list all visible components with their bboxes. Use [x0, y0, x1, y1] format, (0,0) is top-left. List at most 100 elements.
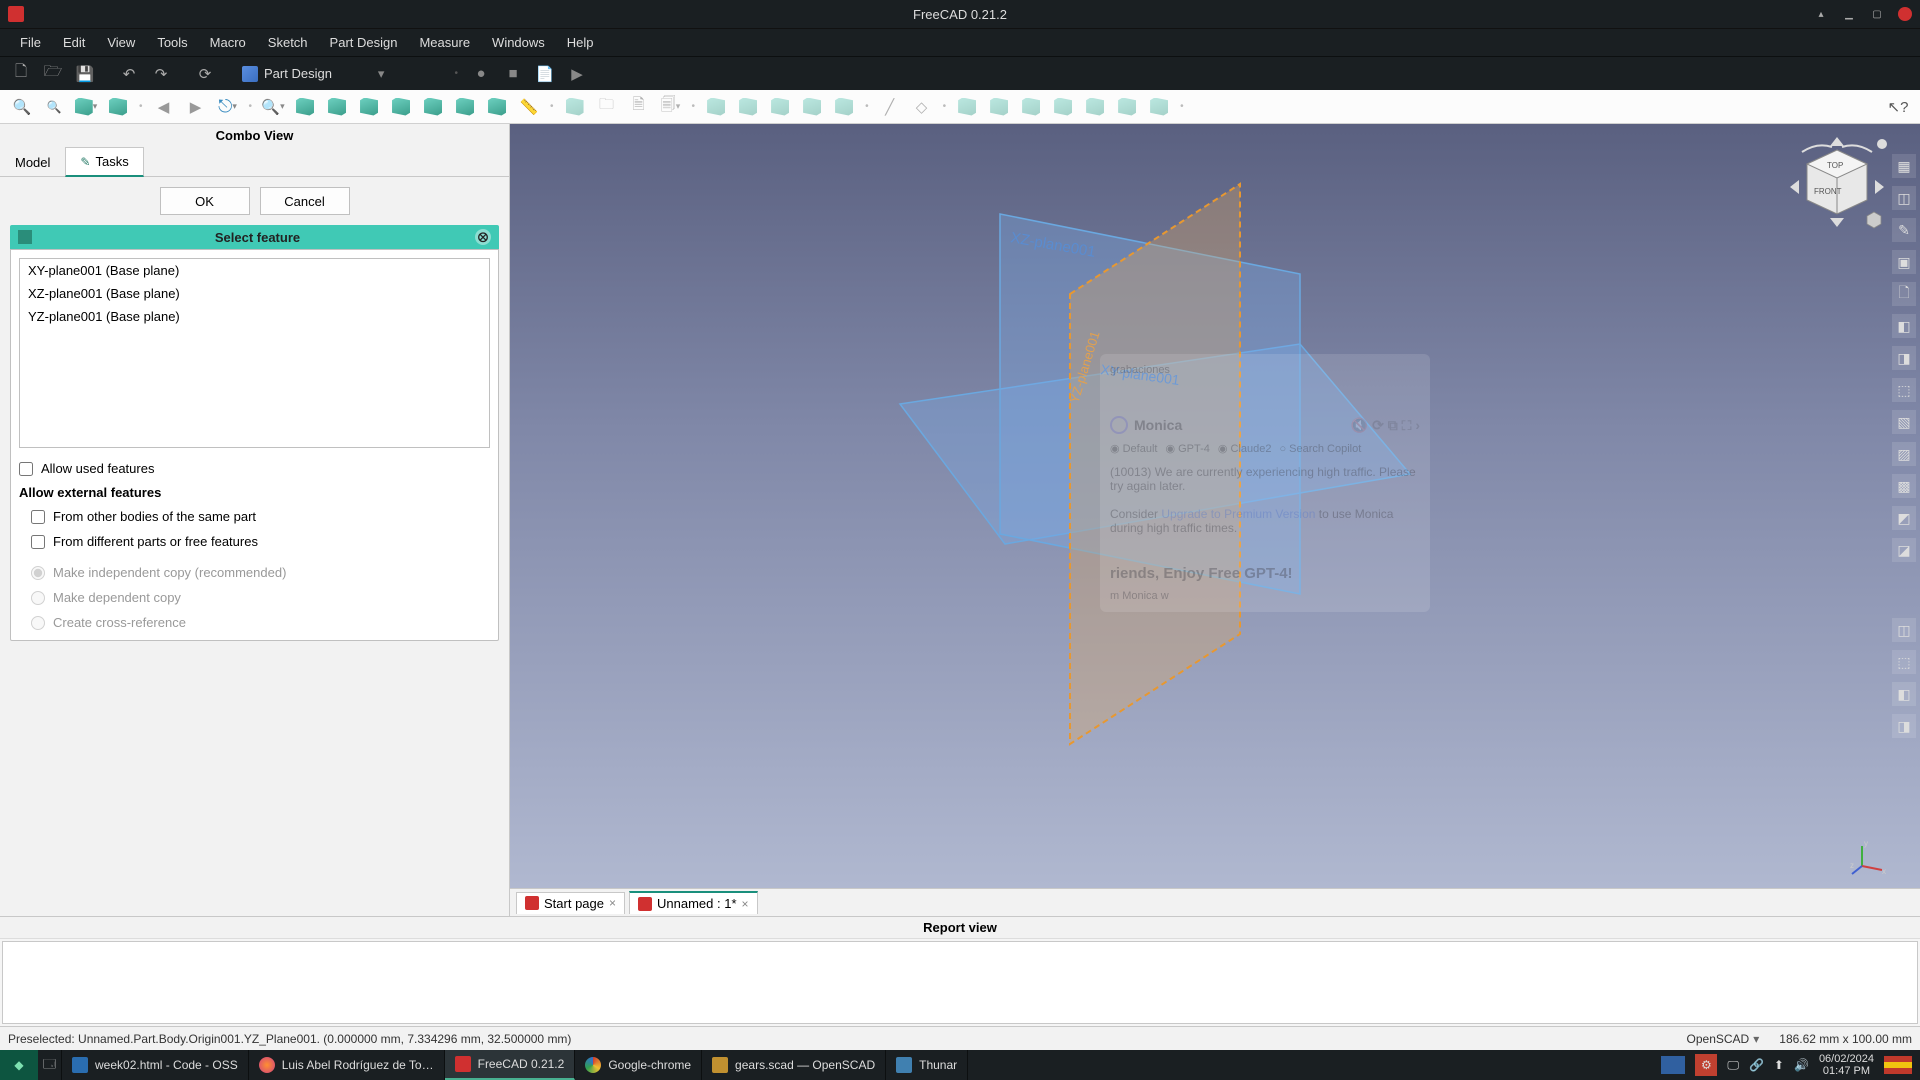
taskbar-firefox[interactable]: Luis Abel Rodríguez de To…	[249, 1050, 445, 1080]
doc-tab-start[interactable]: Start page ×	[516, 892, 625, 914]
ri-cube10-icon[interactable]: ⬚	[1892, 650, 1916, 674]
line-icon[interactable]: ╱	[876, 93, 904, 121]
pad-icon[interactable]	[702, 93, 730, 121]
cancel-button[interactable]: Cancel	[260, 187, 350, 215]
minimize-icon[interactable]	[1842, 7, 1856, 21]
mirror-icon[interactable]	[1081, 93, 1109, 121]
navigation-cube[interactable]: TOP FRONT	[1782, 132, 1892, 242]
plane-icon[interactable]: ◇	[908, 93, 936, 121]
3d-viewport[interactable]: XZ-plane001 XY-plane001 YZ-plane001 grab…	[510, 124, 1920, 888]
part-body-icon[interactable]	[561, 93, 589, 121]
start-menu-button[interactable]: ◆	[0, 1050, 38, 1080]
maximize-icon[interactable]	[1870, 7, 1884, 21]
tray-app-icon[interactable]: ⚙	[1695, 1054, 1717, 1076]
measure-icon[interactable]: 📏	[515, 93, 543, 121]
left-view-icon[interactable]	[483, 93, 511, 121]
close-icon[interactable]	[1898, 7, 1912, 21]
bounding-box-icon[interactable]	[104, 93, 132, 121]
ri-cube12-icon[interactable]: ◨	[1892, 714, 1916, 738]
tab-tasks[interactable]: ✎Tasks	[65, 147, 143, 177]
menu-macro[interactable]: Macro	[200, 32, 256, 53]
allow-used-checkbox[interactable]	[19, 462, 33, 476]
loft-icon[interactable]	[830, 93, 858, 121]
ri-cube9-icon[interactable]: ◫	[1892, 618, 1916, 642]
taskbar-vscode[interactable]: week02.html - Code - OSS	[62, 1050, 249, 1080]
undo-icon[interactable]: ↶	[116, 61, 142, 87]
ok-button[interactable]: OK	[160, 187, 250, 215]
taskbar-freecad[interactable]: FreeCAD 0.21.2	[445, 1050, 576, 1080]
chamfer-icon[interactable]	[985, 93, 1013, 121]
save-file-icon[interactable]: 💾	[72, 61, 98, 87]
refresh-icon[interactable]: ⟳	[192, 61, 218, 87]
front-view-icon[interactable]	[323, 93, 351, 121]
chevron-down-icon[interactable]: ▾	[1753, 1032, 1759, 1046]
menu-edit[interactable]: Edit	[53, 32, 95, 53]
part-group-icon[interactable]: 🗀	[593, 93, 621, 121]
feature-item-yz[interactable]: YZ-plane001 (Base plane)	[20, 305, 489, 328]
ri-pad-icon[interactable]: ▣	[1892, 250, 1916, 274]
nav-forward-icon[interactable]: ▶	[182, 93, 210, 121]
report-view-body[interactable]	[2, 941, 1918, 1024]
tray-clip-icon[interactable]: 🔗	[1749, 1058, 1764, 1072]
groove-icon[interactable]	[798, 93, 826, 121]
nav-style-selector[interactable]: OpenSCAD	[1687, 1032, 1750, 1046]
bottom-view-icon[interactable]	[451, 93, 479, 121]
menu-sketch[interactable]: Sketch	[258, 32, 318, 53]
menu-windows[interactable]: Windows	[482, 32, 555, 53]
linear-pattern-icon[interactable]	[1113, 93, 1141, 121]
workbench-selector[interactable]: Part Design ▾	[236, 64, 444, 84]
menu-measure[interactable]: Measure	[409, 32, 480, 53]
taskbar-chrome[interactable]: Google-chrome	[575, 1050, 702, 1080]
zoom-fit-icon[interactable]: 🔍▾	[259, 93, 287, 121]
task-header[interactable]: Select feature ⨂	[10, 225, 499, 249]
doc-tab-unnamed[interactable]: Unnamed : 1* ×	[629, 891, 758, 914]
from-different-parts-checkbox[interactable]	[31, 535, 45, 549]
tray-update-icon[interactable]: ⬆	[1774, 1058, 1784, 1072]
menu-help[interactable]: Help	[557, 32, 604, 53]
redo-icon[interactable]: ↷	[148, 61, 174, 87]
zoom-out-icon[interactable]: 🔍	[40, 93, 68, 121]
ri-cube7-icon[interactable]: ◩	[1892, 506, 1916, 530]
top-view-icon[interactable]	[355, 93, 383, 121]
link-nav-icon[interactable]: ⎋▾	[214, 93, 242, 121]
macro-stop-icon[interactable]: ■	[500, 61, 526, 87]
tab-model[interactable]: Model	[0, 147, 65, 176]
ri-page-icon[interactable]: 🗋	[1892, 282, 1916, 306]
menu-partdesign[interactable]: Part Design	[320, 32, 408, 53]
ri-sketch-icon[interactable]: ✎	[1892, 218, 1916, 242]
iso-view-icon[interactable]	[291, 93, 319, 121]
fillet-icon[interactable]	[953, 93, 981, 121]
rear-view-icon[interactable]	[419, 93, 447, 121]
task-collapse-icon[interactable]: ⨂	[475, 229, 491, 245]
polar-pattern-icon[interactable]	[1145, 93, 1173, 121]
ri-cube6-icon[interactable]: ▩	[1892, 474, 1916, 498]
tray-workspace-icon[interactable]	[1661, 1056, 1685, 1074]
tray-volume-icon[interactable]: 🔊	[1794, 1058, 1809, 1072]
part-clone-icon[interactable]: 🗐▾	[657, 93, 685, 121]
feature-item-xz[interactable]: XZ-plane001 (Base plane)	[20, 282, 489, 305]
whats-this-icon[interactable]: ↖?	[1884, 93, 1912, 121]
zoom-in-icon[interactable]: 🔍	[8, 93, 36, 121]
draft-icon[interactable]	[1017, 93, 1045, 121]
ri-cube2-icon[interactable]: ◨	[1892, 346, 1916, 370]
close-tab-icon[interactable]: ×	[742, 897, 749, 911]
taskbar-show-desktop[interactable]: 🗔	[38, 1050, 62, 1080]
taskbar-clock[interactable]: 06/02/2024 01:47 PM	[1819, 1053, 1874, 1077]
part-datum-icon[interactable]: 🗎	[625, 93, 653, 121]
ri-cube11-icon[interactable]: ◧	[1892, 682, 1916, 706]
pocket-icon[interactable]	[734, 93, 762, 121]
menu-view[interactable]: View	[97, 32, 145, 53]
revolve-icon[interactable]	[766, 93, 794, 121]
taskbar-openscad[interactable]: gears.scad — OpenSCAD	[702, 1050, 886, 1080]
nav-back-icon[interactable]: ◀	[150, 93, 178, 121]
macro-edit-icon[interactable]: 📄	[532, 61, 558, 87]
ri-box-icon[interactable]: ▦	[1892, 154, 1916, 178]
open-file-icon[interactable]: 🗁	[40, 61, 66, 87]
tray-display-icon[interactable]: 🖵	[1727, 1058, 1739, 1073]
ri-cube8-icon[interactable]: ◪	[1892, 538, 1916, 562]
feature-item-xy[interactable]: XY-plane001 (Base plane)	[20, 259, 489, 282]
new-file-icon[interactable]: 🗋	[8, 61, 34, 87]
ri-cube1-icon[interactable]: ◧	[1892, 314, 1916, 338]
close-tab-icon[interactable]: ×	[609, 896, 616, 910]
taskbar-thunar[interactable]: Thunar	[886, 1050, 968, 1080]
